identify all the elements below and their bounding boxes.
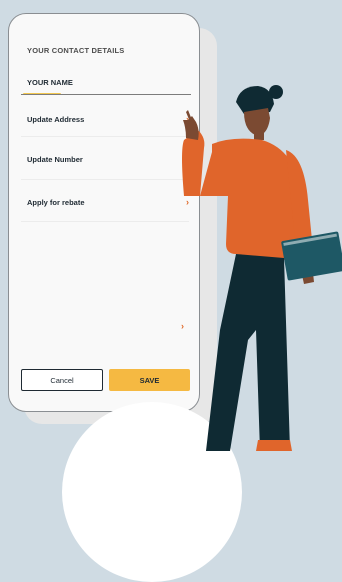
name-field-label: YOUR NAME [27,78,73,87]
menu-item-label: Update Number [27,154,83,164]
screen: YOUR CONTACT DETAILS YOUR NAME Update Ad… [0,0,342,582]
menu-item-label: Apply for rebate [27,197,85,207]
cancel-button[interactable]: Cancel [21,369,103,391]
menu-item-label: Update Address [27,114,85,124]
section-title: YOUR CONTACT DETAILS [27,46,125,55]
person-illustration [182,85,342,451]
